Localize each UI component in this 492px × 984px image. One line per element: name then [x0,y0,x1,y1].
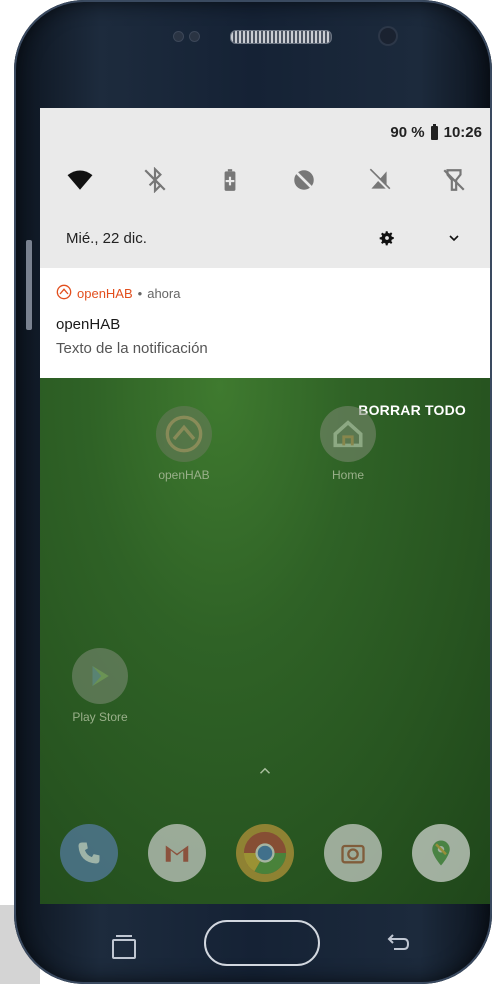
openhab-icon [56,284,72,303]
clock: 10:26 [443,124,482,141]
back-icon[interactable] [384,934,412,954]
notification-shade: 90 % 10:26 Mié., 22 dic. [40,108,490,268]
app-label: openHAB [158,468,210,482]
notification-card[interactable]: openHAB • ahora openHAB Texto de la noti… [40,268,490,378]
recent-apps-icon[interactable] [112,935,136,959]
light-sensor [190,32,199,41]
openhab-icon [156,406,212,462]
notification-app-name: openHAB [77,286,133,301]
app-label: Play Store [72,710,128,724]
quick-settings-row [62,162,472,198]
home-app-play-store: Play Store [60,648,140,724]
wifi-icon[interactable] [62,162,98,198]
gmail-icon [148,824,206,882]
camera-icon [324,824,382,882]
play-store-icon [72,648,128,704]
google-home-icon [320,406,376,462]
phone-icon [60,824,118,882]
phone-screen: 90 % 10:26 Mié., 22 dic. openHAB • ahora… [40,108,490,904]
battery-saver-icon[interactable] [212,162,248,198]
notification-title: openHAB [56,316,121,333]
home-app-openhab: openHAB [144,406,224,482]
battery-percent: 90 % [390,124,425,141]
shade-footer: Mié., 22 dic. [66,226,466,250]
flashlight-off-icon[interactable] [436,162,472,198]
notification-header: openHAB • ahora [56,284,180,303]
chevron-down-icon[interactable] [442,226,466,250]
home-app-home: Home [308,406,388,482]
front-camera [380,28,396,44]
volume-button [26,240,32,330]
app-label: Home [331,468,364,482]
app-dock [60,824,470,882]
hardware-nav-bar [40,904,490,966]
notification-time: ahora [147,286,181,301]
do-not-disturb-off-icon[interactable] [286,162,322,198]
chevron-up-icon [256,762,274,785]
gear-icon[interactable] [372,226,402,250]
status-bar: 90 % 10:26 [390,123,482,141]
maps-icon [412,824,470,882]
date-label: Mié., 22 dic. [66,229,147,247]
home-button[interactable] [204,920,320,966]
proximity-sensor [174,32,183,41]
battery-icon [430,123,438,140]
bluetooth-off-icon[interactable] [137,162,173,198]
earpiece-speaker [230,30,332,44]
notification-text: Texto de la notificación [56,340,208,357]
chrome-icon [236,824,294,882]
mobile-data-off-icon[interactable] [361,162,397,198]
notification-separator: • [137,286,143,301]
